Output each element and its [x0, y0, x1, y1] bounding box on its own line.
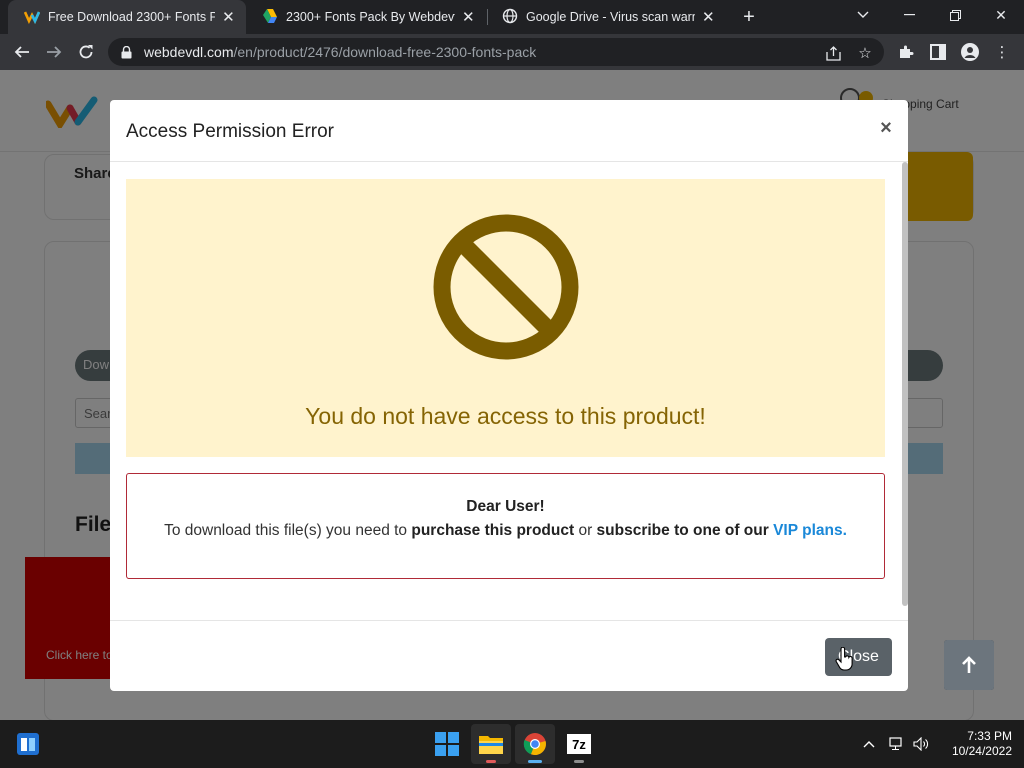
7zip-icon[interactable]: 7z: [559, 724, 599, 764]
system-clock[interactable]: 7:33 PM 10/24/2022: [930, 729, 1012, 759]
tab-close-icon[interactable]: ✕: [221, 9, 236, 26]
purchase-notice: Dear User! To download this file(s) you …: [126, 473, 885, 579]
notice-text: To download this file(s) you need to pur…: [127, 522, 884, 540]
chrome-icon[interactable]: [515, 724, 555, 764]
tab-title: Google Drive - Virus scan warning: [526, 10, 695, 24]
svg-text:7z: 7z: [572, 737, 586, 752]
chrome-menu-kebab-icon[interactable]: ⋮: [992, 42, 1012, 62]
modal-footer: Close: [110, 620, 908, 691]
app-indicator: [574, 760, 584, 763]
restore-icon[interactable]: [932, 0, 978, 30]
app-indicator: [486, 760, 496, 763]
webdevdl-favicon-icon: [23, 8, 41, 27]
browser-toolbar: webdevdl.com/en/product/2476/download-fr…: [0, 34, 1024, 70]
modal-scrollbar[interactable]: [902, 162, 908, 606]
tab-fonts-pack-drive[interactable]: 2300+ Fonts Pack By Webdevtricks ✕: [246, 0, 486, 34]
show-hidden-icons-chevron-icon[interactable]: [860, 735, 878, 753]
subscribe-text: subscribe to one of our: [596, 522, 769, 539]
bookmark-star-icon[interactable]: ☆: [856, 44, 874, 62]
tab-close-icon[interactable]: ✕: [701, 9, 716, 26]
prohibited-icon: [433, 214, 579, 360]
lock-icon[interactable]: [118, 44, 134, 60]
modal-title: Access Permission Error: [126, 121, 334, 142]
tab-search-chevron-icon[interactable]: [840, 0, 886, 30]
hand-pointer-cursor-icon: [835, 647, 853, 671]
clock-date: 10/24/2022: [951, 744, 1012, 758]
share-icon[interactable]: [824, 44, 842, 62]
google-drive-icon: [262, 8, 278, 27]
url-text: webdevdl.com/en/product/2476/download-fr…: [144, 44, 536, 60]
back-arrow-icon[interactable]: [8, 38, 36, 66]
window-close-icon[interactable]: ✕: [978, 0, 1024, 30]
extensions-puzzle-icon[interactable]: [896, 42, 916, 62]
forward-arrow-icon[interactable]: [40, 38, 68, 66]
notice-or: or: [574, 522, 597, 539]
clock-time: 7:33 PM: [967, 729, 1012, 743]
file-explorer-icon[interactable]: [471, 724, 511, 764]
up-arrow-icon: [962, 656, 976, 673]
tab-google-drive-virus-scan[interactable]: Google Drive - Virus scan warning ✕: [486, 0, 726, 34]
modal-close-x-icon[interactable]: ×: [876, 117, 896, 139]
warning-alert: You do not have access to this product!: [126, 179, 885, 457]
address-bar[interactable]: webdevdl.com/en/product/2476/download-fr…: [108, 38, 884, 66]
volume-icon[interactable]: [912, 735, 930, 753]
tab-close-icon[interactable]: ✕: [461, 9, 476, 26]
vip-plans-link[interactable]: VIP plans.: [773, 522, 847, 539]
minimize-icon[interactable]: [886, 0, 932, 30]
tab-free-download-fonts[interactable]: Free Download 2300+ Fonts Pack ✕: [8, 0, 246, 34]
reload-icon[interactable]: [72, 38, 100, 66]
tab-title: Free Download 2300+ Fonts Pack: [48, 10, 215, 24]
scroll-to-top-button[interactable]: [944, 640, 994, 690]
new-tab-plus-icon[interactable]: +: [737, 5, 761, 29]
purchase-product-text: purchase this product: [411, 522, 575, 539]
side-panel-icon[interactable]: [928, 42, 948, 62]
notice-title: Dear User!: [466, 498, 545, 515]
tab-title: 2300+ Fonts Pack By Webdevtricks: [286, 10, 455, 24]
browser-tab-bar: Free Download 2300+ Fonts Pack ✕ 2300+ F…: [0, 0, 1024, 34]
widgets-icon[interactable]: [8, 724, 48, 764]
profile-avatar-icon[interactable]: [960, 42, 980, 62]
access-denied-message: You do not have access to this product!: [305, 403, 706, 429]
url-host: webdevdl.com: [144, 44, 234, 60]
network-icon[interactable]: [888, 735, 906, 753]
modal-header: Access Permission Error ×: [110, 100, 908, 162]
globe-icon: [502, 8, 518, 27]
notice-prefix: To download this file(s) you need to: [164, 522, 412, 539]
start-icon[interactable]: [427, 724, 467, 764]
access-error-modal: Access Permission Error × You do not hav…: [110, 100, 908, 691]
url-path: /en/product/2476/download-free-2300-font…: [233, 44, 537, 60]
windows-taskbar: 7z 7:33 PM 10/24/2022: [0, 720, 1024, 768]
app-indicator: [528, 760, 542, 763]
